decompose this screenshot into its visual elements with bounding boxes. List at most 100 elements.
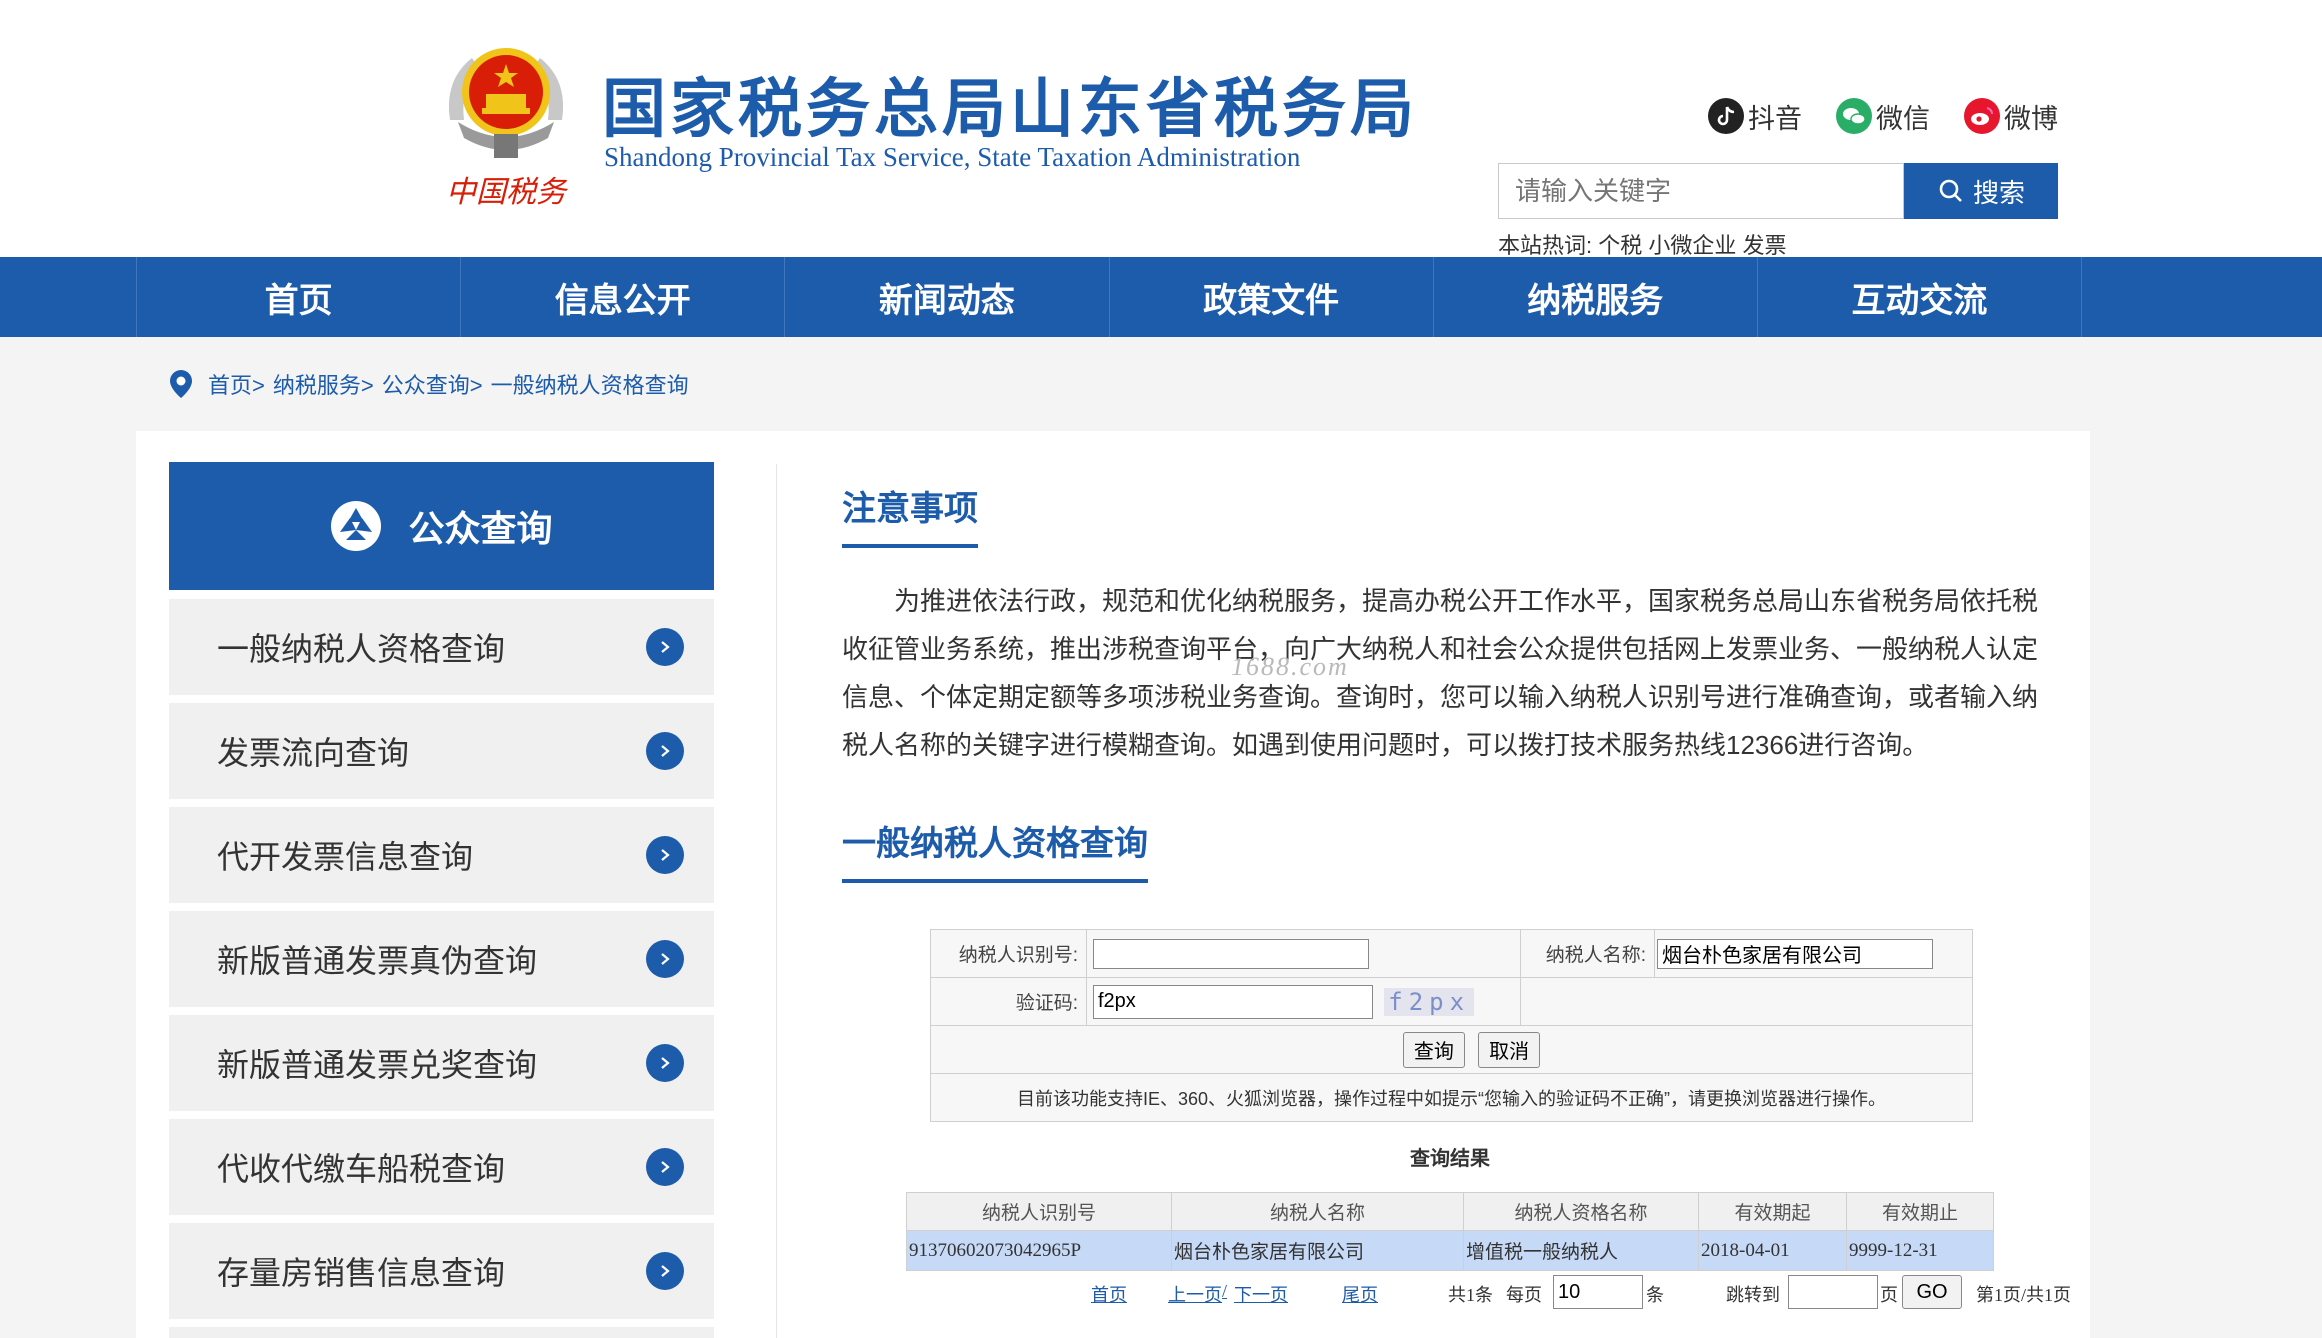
chevron-right-icon (646, 836, 684, 874)
chevron-right-icon (646, 1044, 684, 1082)
nav-item-tax-service[interactable]: 纳税服务 (1434, 257, 1758, 337)
cell-taxpayer-name: 烟台朴色家居有限公司 (1171, 1230, 1464, 1271)
taxpayer-name-label: 纳税人名称: (1520, 929, 1655, 978)
pager-page-unit: 页 (1880, 1285, 1898, 1305)
sidebar-item-invoice-flow[interactable]: 发票流向查询 (169, 703, 714, 799)
query-cancel-button[interactable]: 取消 (1478, 1031, 1541, 1068)
sidebar-item-agent-invoice[interactable]: 代开发票信息查询 (169, 807, 714, 903)
cell-qualification: 增值税一般纳税人 (1463, 1230, 1699, 1271)
sidebar-item-vehicle-tax[interactable]: 代收代缴车船税查询 (169, 1119, 714, 1215)
chevron-right-icon (646, 1148, 684, 1186)
chevron-right-icon (646, 628, 684, 666)
sidebar-item-label: 新版普通发票真伪查询 (217, 943, 538, 979)
sidebar-item-overflow (169, 1327, 714, 1338)
chevron-right-icon (646, 1252, 684, 1290)
chevron-right-icon (646, 732, 684, 770)
pager-first[interactable]: 首页 (1091, 1281, 1127, 1307)
result-table: 纳税人识别号 纳税人名称 纳税人资格名称 有效期起 有效期止 913706020… (906, 1192, 1994, 1271)
pager-page-info: 第1页/共1页 (1976, 1285, 2072, 1305)
breadcrumb-home[interactable]: 首页> (208, 368, 265, 400)
pager-per-page-label: 每页 (1506, 1285, 1542, 1305)
go-button[interactable]: GO (1902, 1275, 1962, 1309)
site-header: 中国税务 国家税务总局山东省税务局 Shandong Provincial Ta… (0, 0, 2322, 260)
nav-item-policy[interactable]: 政策文件 (1110, 257, 1434, 337)
per-page-input[interactable] (1553, 1275, 1643, 1309)
captcha-image[interactable]: f2px (1384, 987, 1475, 1016)
column-header: 纳税人识别号 (906, 1192, 1172, 1231)
hot-words-links[interactable]: 个税 小微企业 发票 (1598, 233, 1786, 258)
pager-prev[interactable]: 上一页 (1168, 1281, 1222, 1307)
sidebar-item-label: 代开发票信息查询 (217, 839, 474, 875)
pagination: 首页 上一页 / 下一页 尾页 共1条 每页 条 跳转到 页 GO 第1页/共1… (906, 1275, 2071, 1315)
chevron-right-icon (646, 940, 684, 978)
wechat-label: 微信 (1876, 103, 1930, 134)
weibo-icon (1964, 98, 2000, 134)
weibo-link[interactable]: 微博 (1964, 96, 2058, 136)
query-submit-button[interactable]: 查询 (1402, 1031, 1465, 1068)
nav-item-home[interactable]: 首页 (137, 257, 462, 337)
content-divider (776, 464, 777, 1338)
search-icon (1939, 179, 1962, 202)
sidebar-item-invoice-lottery[interactable]: 新版普通发票兑奖查询 (169, 1015, 714, 1111)
table-row[interactable]: 91370602073042965P 烟台朴色家居有限公司 增值税一般纳税人 2… (906, 1230, 1994, 1271)
taxpayer-id-label: 纳税人识别号: (930, 929, 1087, 978)
breadcrumb: 首页> 纳税服务> 公众查询> 一般纳税人资格查询 (168, 366, 697, 402)
sidebar-item-label: 存量房销售信息查询 (217, 1255, 506, 1291)
sidebar-item-housing-sales[interactable]: 存量房销售信息查询 (169, 1223, 714, 1319)
sidebar-item-general-taxpayer[interactable]: 一般纳税人资格查询 (169, 599, 714, 695)
pager-jump-label: 跳转到 (1726, 1285, 1780, 1305)
column-header: 有效期起 (1698, 1192, 1847, 1231)
watermark: 1688.com (1231, 652, 1349, 681)
search-button[interactable]: 搜索 (1904, 163, 2058, 219)
captcha-label: 验证码: (930, 977, 1087, 1026)
douyin-label: 抖音 (1748, 103, 1802, 134)
douyin-icon (1708, 98, 1744, 134)
notice-title: 注意事项 (842, 481, 978, 548)
breadcrumb-public-query[interactable]: 公众查询> (382, 368, 483, 400)
column-header: 纳税人名称 (1171, 1192, 1464, 1231)
main-panel: 公众查询 一般纳税人资格查询 发票流向查询 代开发票信息查询 新版普通发票真伪查… (136, 431, 2090, 1338)
public-query-icon (331, 501, 382, 551)
sidebar-item-label: 一般纳税人资格查询 (217, 631, 506, 667)
column-header: 纳税人资格名称 (1463, 1192, 1699, 1231)
sidebar-title: 公众查询 (408, 508, 553, 549)
breadcrumb-tax-service[interactable]: 纳税服务> (273, 368, 374, 400)
captcha-input[interactable] (1093, 984, 1373, 1019)
wechat-link[interactable]: 微信 (1836, 96, 1930, 136)
result-header-row: 纳税人识别号 纳税人名称 纳税人资格名称 有效期起 有效期止 (906, 1192, 1994, 1231)
pager-last[interactable]: 尾页 (1342, 1281, 1378, 1307)
breadcrumb-current[interactable]: 一般纳税人资格查询 (491, 368, 689, 400)
hot-words-label: 本站热词: (1498, 233, 1593, 258)
douyin-link[interactable]: 抖音 (1708, 96, 1802, 136)
logo-text: 中国税务 (446, 175, 569, 210)
nav-item-news[interactable]: 新闻动态 (785, 257, 1110, 337)
sidebar-item-label: 代收代缴车船税查询 (217, 1151, 506, 1187)
nav-item-interaction[interactable]: 互动交流 (1758, 257, 2083, 337)
tax-emblem-logo[interactable]: 中国税务 (436, 30, 576, 210)
cell-taxpayer-id: 91370602073042965P (906, 1230, 1172, 1271)
cell-valid-to: 9999-12-31 (1846, 1230, 1994, 1271)
pager-unit: 条 (1646, 1285, 1664, 1305)
column-header: 有效期止 (1846, 1192, 1994, 1231)
pager-next[interactable]: 下一页 (1234, 1281, 1288, 1307)
search-input[interactable] (1498, 163, 1904, 219)
sidebar-item-label: 发票流向查询 (217, 735, 410, 771)
taxpayer-id-input[interactable] (1093, 938, 1369, 969)
pager-separator: / (1222, 1281, 1228, 1301)
notice-text: 为推进依法行政，规范和优化纳税服务，提高办税公开工作水平，国家税务总局山东省税务… (842, 586, 2039, 760)
jump-page-input[interactable] (1788, 1275, 1878, 1309)
cell-valid-from: 2018-04-01 (1698, 1230, 1847, 1271)
result-title: 查询结果 (1410, 1148, 1490, 1170)
pager-total: 共1条 (1448, 1285, 1493, 1305)
browser-hint: 目前该功能支持IE、360、火狐浏览器，操作过程中如提示“您输入的验证码不正确”… (930, 1073, 1973, 1122)
search-button-label: 搜索 (1972, 177, 2025, 208)
taxpayer-name-input[interactable] (1657, 938, 1933, 969)
location-pin-icon (170, 370, 192, 398)
sidebar-item-invoice-authenticity[interactable]: 新版普通发票真伪查询 (169, 911, 714, 1007)
sidebar-header: 公众查询 (169, 462, 714, 590)
nav-item-info-disclosure[interactable]: 信息公开 (461, 257, 786, 337)
query-title: 一般纳税人资格查询 (842, 816, 1148, 883)
hot-words: 本站热词: 个税 小微企业 发票 (1498, 228, 1786, 260)
main-nav: 首页 信息公开 新闻动态 政策文件 纳税服务 互动交流 (0, 257, 2322, 337)
site-title[interactable]: 国家税务总局山东省税务局 (602, 58, 1418, 150)
